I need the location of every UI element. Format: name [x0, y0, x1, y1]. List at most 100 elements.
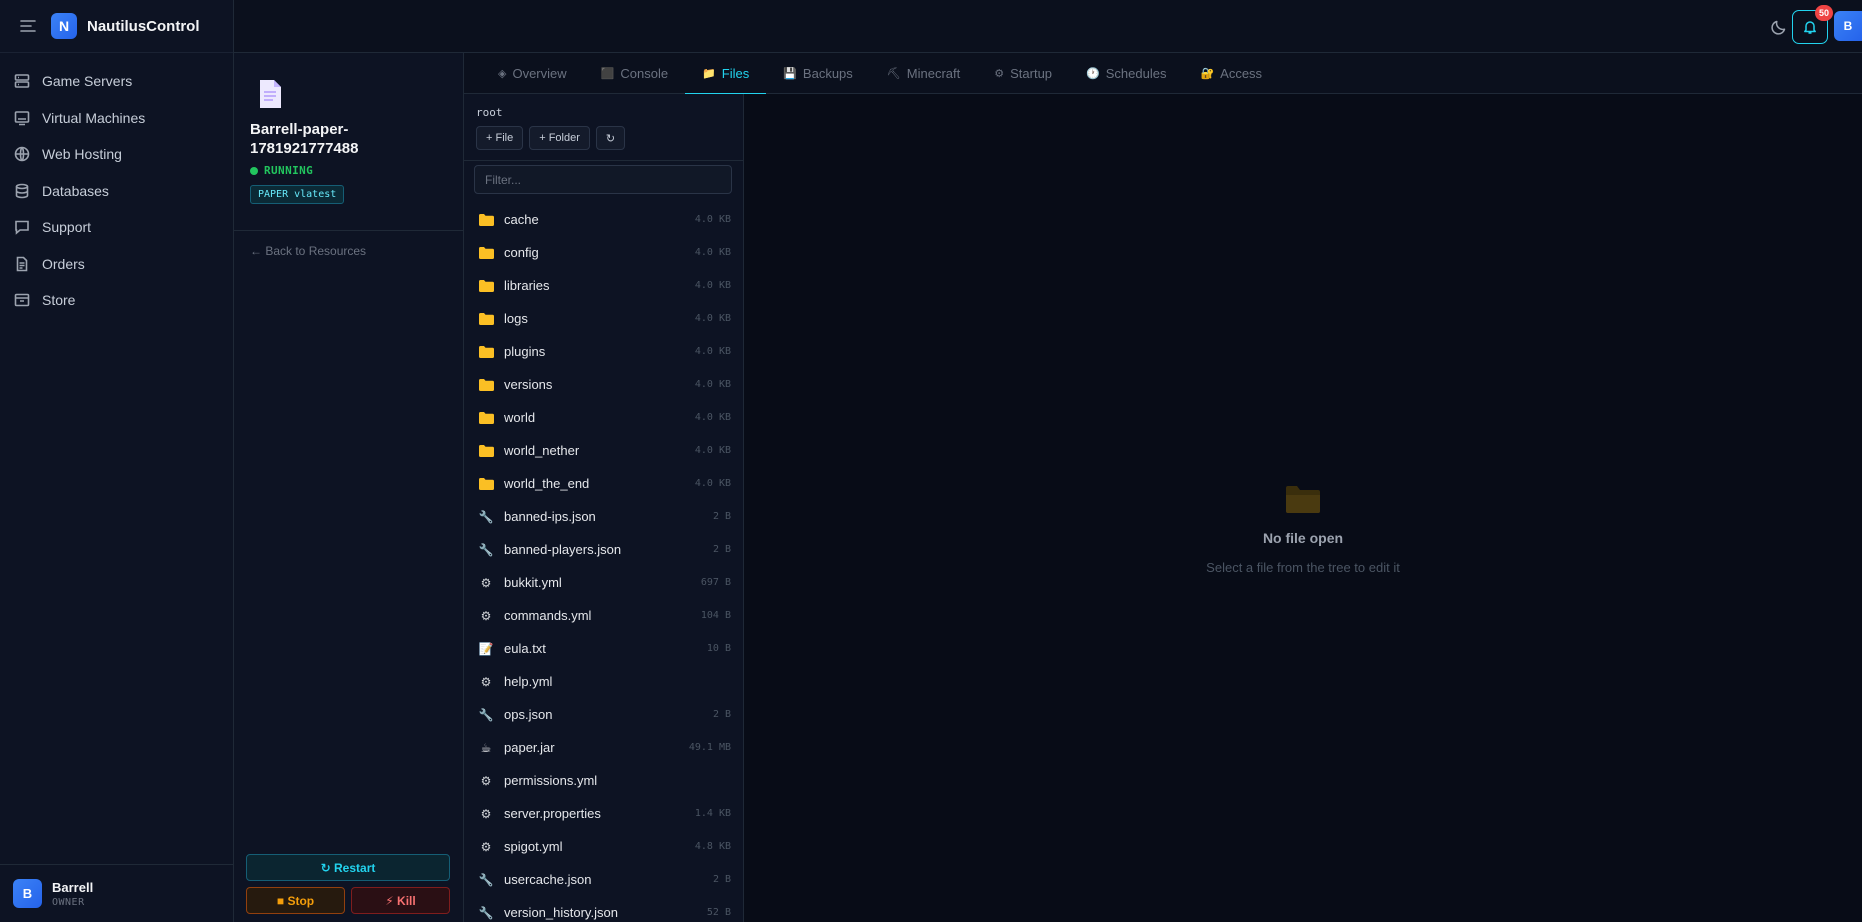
gear-icon: ⚙	[480, 773, 492, 788]
file-size: 4.0 KB	[694, 247, 731, 258]
file-row[interactable]: 🔧 banned-players.json 2 B	[464, 533, 743, 566]
file-size: 4.0 KB	[694, 445, 731, 456]
tab-label: Files	[721, 66, 750, 81]
file-row[interactable]: cache 4.0 KB	[464, 203, 743, 236]
file-size: 4.0 KB	[694, 412, 731, 423]
file-row[interactable]: ⚙ spigot.yml 4.8 KB	[464, 830, 743, 863]
menu-icon[interactable]	[18, 16, 38, 36]
file-actions: + File + Folder ↻	[464, 119, 743, 150]
kill-button[interactable]: ⚡ Kill	[351, 887, 450, 914]
filter-input[interactable]	[474, 165, 732, 194]
file-size: 4.0 KB	[694, 313, 731, 324]
tab-backups[interactable]: 💾 Backups	[766, 53, 870, 94]
tab-schedules[interactable]: 🕐 Schedules	[1069, 53, 1183, 94]
nav-item-game-servers[interactable]: Game Servers	[0, 63, 233, 100]
file-row[interactable]: world_nether 4.0 KB	[464, 434, 743, 467]
wrench-icon: 🔧	[478, 707, 494, 722]
file-size: 52 B	[706, 907, 731, 918]
back-to-resources-link[interactable]: ← Back to Resources	[234, 231, 463, 271]
monitor-icon	[14, 110, 30, 126]
restart-button[interactable]: ↻ Restart	[246, 854, 450, 881]
stop-button[interactable]: ■ Stop	[246, 887, 345, 914]
user-profile[interactable]: B Barrell OWNER	[0, 864, 234, 922]
file-row[interactable]: ⚙ commands.yml 104 B	[464, 599, 743, 632]
file-row[interactable]: config 4.0 KB	[464, 236, 743, 269]
sidebar: N NautilusControl Game Servers Virtual M…	[0, 0, 234, 922]
file-row[interactable]: 📝 eula.txt 10 B	[464, 632, 743, 665]
tab-files[interactable]: 📁 Files	[685, 53, 767, 95]
nav-item-support[interactable]: Support	[0, 209, 233, 246]
file-row[interactable]: libraries 4.0 KB	[464, 269, 743, 302]
avatar: B	[13, 879, 42, 908]
nav-item-web-hosting[interactable]: Web Hosting	[0, 136, 233, 173]
file-row[interactable]: ⚙ server.properties 1.4 KB	[464, 797, 743, 830]
folder-icon	[478, 345, 494, 359]
folder-icon	[478, 444, 494, 458]
file-row[interactable]: 🔧 banned-ips.json 2 B	[464, 500, 743, 533]
nav-item-store[interactable]: Store	[0, 282, 233, 319]
file-size: 1.4 KB	[694, 808, 731, 819]
console-icon: ⬛	[600, 68, 615, 80]
moon-icon[interactable]	[1770, 18, 1788, 36]
nav-label: Game Servers	[42, 73, 133, 90]
file-row[interactable]: 🔧 version_history.json 52 B	[464, 896, 743, 922]
file-row[interactable]: ☕ paper.jar 49.1 MB	[464, 731, 743, 764]
version-badge: PAPER vlatest	[250, 185, 345, 204]
refresh-button[interactable]: ↻	[595, 126, 626, 150]
chat-icon	[15, 220, 29, 235]
file-row[interactable]: ⚙ bukkit.yml 697 B	[464, 566, 743, 599]
file-row[interactable]: plugins 4.0 KB	[464, 335, 743, 368]
file-size: 4.8 KB	[694, 841, 731, 852]
avatar[interactable]: B	[1834, 11, 1862, 41]
lock-icon: 🔐	[1200, 68, 1215, 80]
file-tree: root + File + Folder ↻ cache4.0 KBconfig…	[464, 94, 744, 922]
file-size: 4.0 KB	[694, 214, 731, 225]
user-role: OWNER	[52, 896, 85, 908]
tab-overview[interactable]: ◈ Overview	[481, 53, 584, 94]
file-name: banned-ips.json	[504, 509, 596, 524]
tab-label: Console	[620, 66, 669, 81]
notifications-button[interactable]: 50	[1792, 5, 1833, 44]
file-row[interactable]: versions 4.0 KB	[464, 368, 743, 401]
file-row[interactable]: logs 4.0 KB	[464, 302, 743, 335]
file-row[interactable]: world 4.0 KB	[464, 401, 743, 434]
file-row[interactable]: world_the_end 4.0 KB	[464, 467, 743, 500]
wrench-icon: 🔧	[478, 542, 494, 557]
clock-icon: 🕐	[1086, 68, 1100, 80]
folder-icon	[478, 246, 494, 260]
new-file-button[interactable]: + File	[476, 126, 524, 150]
folder-icon	[478, 312, 494, 326]
file-row[interactable]: ⚙ help.yml	[464, 665, 743, 698]
app-name[interactable]: NautilusControl	[87, 18, 200, 35]
file-name: world_nether	[504, 443, 580, 458]
empty-state: No file open Select a file from the tree…	[744, 484, 1862, 575]
nav-item-databases[interactable]: Databases	[0, 173, 233, 210]
file-size: 49.1 MB	[688, 742, 731, 753]
tab-label: Minecraft	[906, 66, 961, 81]
file-name: logs	[504, 311, 528, 326]
file-row[interactable]: 🔧 ops.json 2 B	[464, 698, 743, 731]
file-name: config	[504, 245, 539, 260]
file-size: 2 B	[712, 874, 731, 885]
nav-label: Virtual Machines	[42, 109, 146, 126]
file-row[interactable]: ⚙ permissions.yml	[464, 764, 743, 797]
wrench-icon: 🔧	[478, 509, 494, 524]
file-row[interactable]: 🔧 usercache.json 2 B	[464, 863, 743, 896]
tab-startup[interactable]: ⚙ Startup	[977, 53, 1069, 94]
floppy-icon: 💾	[783, 68, 797, 80]
nav-item-virtual-machines[interactable]: Virtual Machines	[0, 100, 233, 137]
overview-icon: ◈	[498, 68, 507, 80]
tab-console[interactable]: ⬛ Console	[584, 53, 685, 94]
tab-minecraft[interactable]: ⛏ Minecraft	[870, 53, 977, 94]
globe-icon	[14, 146, 30, 162]
file-icon	[256, 78, 284, 110]
tab-access[interactable]: 🔐 Access	[1183, 53, 1279, 94]
file-name: versions	[504, 377, 553, 392]
file-size: 2 B	[712, 511, 731, 522]
app-logo[interactable]: N	[51, 13, 77, 39]
file-name: version_history.json	[504, 905, 618, 920]
nav-item-orders[interactable]: Orders	[0, 246, 233, 283]
file-name: paper.jar	[504, 740, 555, 755]
nav-label: Store	[42, 292, 76, 309]
new-folder-button[interactable]: + Folder	[529, 126, 590, 150]
